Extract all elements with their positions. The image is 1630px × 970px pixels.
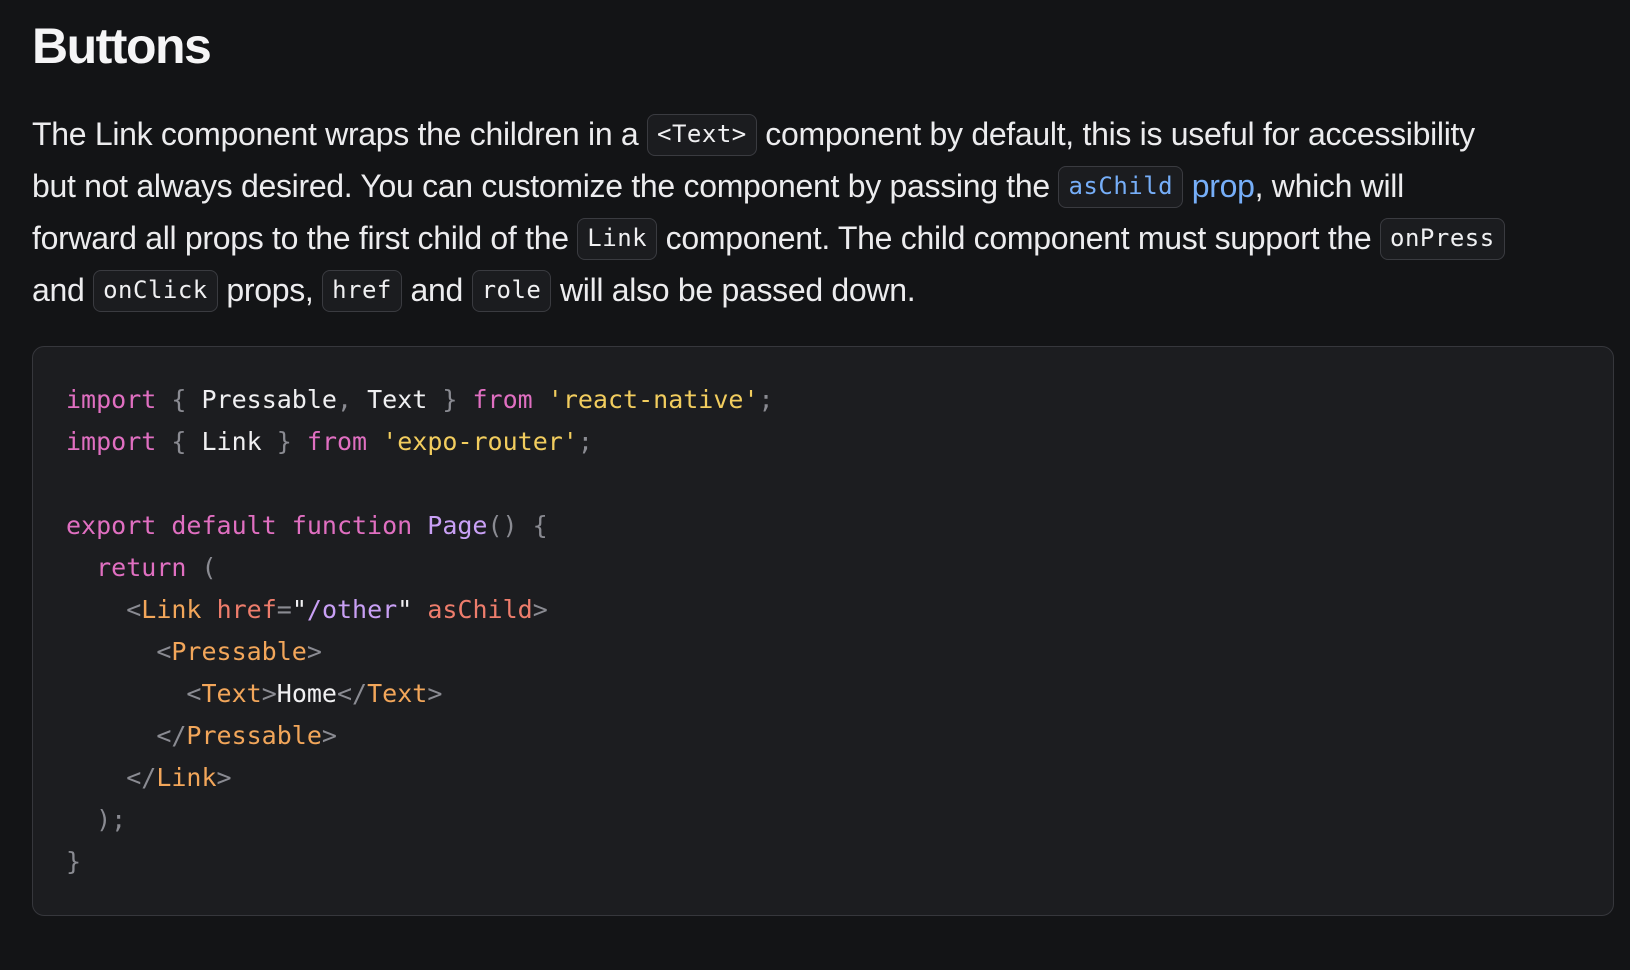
text-segment: forward all props to the first child of … [32,220,578,256]
code-line-8: <Text>Home</Text> [186,679,443,708]
inline-code-link: Link [577,218,658,260]
inline-code-onpress: onPress [1380,218,1505,260]
code-line-7: <Pressable> [156,637,322,666]
code-line-5: return ( [96,553,217,582]
code-line-11: ); [96,805,127,834]
text-segment: will also be passed down. [551,272,916,308]
text-segment: but not always desired. You can customiz… [32,168,1059,204]
code-block[interactable]: import { Pressable, Text } from 'react-n… [32,346,1614,916]
prop-link[interactable]: prop [1192,168,1255,204]
description-paragraph: The Link component wraps the children in… [32,108,1617,316]
paragraph-line-4: and onClick props, href and role will al… [32,264,1617,316]
section-heading: Buttons [32,18,212,74]
inline-code-aschild-link[interactable]: asChild [1058,166,1184,208]
text-segment: props, [217,272,323,308]
text-segment: component by default, this is useful for… [756,116,1475,152]
inline-code-onclick: onClick [93,270,218,312]
paragraph-line-1: The Link component wraps the children in… [32,108,1617,160]
text-segment: and [32,272,94,308]
text-segment: , which will [1254,168,1405,204]
inline-code-text: <Text> [647,114,757,156]
text-segment: and [401,272,472,308]
code-line-9: </Pressable> [156,721,337,750]
code-line-12: } [66,847,82,876]
code-line-1: import { Pressable, Text } from 'react-n… [66,385,774,414]
code-content[interactable]: import { Pressable, Text } from 'react-n… [66,379,774,883]
code-line-10: </Link> [126,763,232,792]
inline-code-href: href [322,270,402,312]
code-line-4: export default function Page() { [66,511,548,540]
paragraph-line-3: forward all props to the first child of … [32,212,1617,264]
paragraph-line-2: but not always desired. You can customiz… [32,160,1617,212]
inline-code-role: role [471,270,552,312]
code-line-6: <Link href="/other" asChild> [126,595,548,624]
text-segment: component. The child component must supp… [657,220,1381,256]
text-segment: The Link component wraps the children in… [32,116,648,152]
code-line-2: import { Link } from 'expo-router'; [66,427,593,456]
